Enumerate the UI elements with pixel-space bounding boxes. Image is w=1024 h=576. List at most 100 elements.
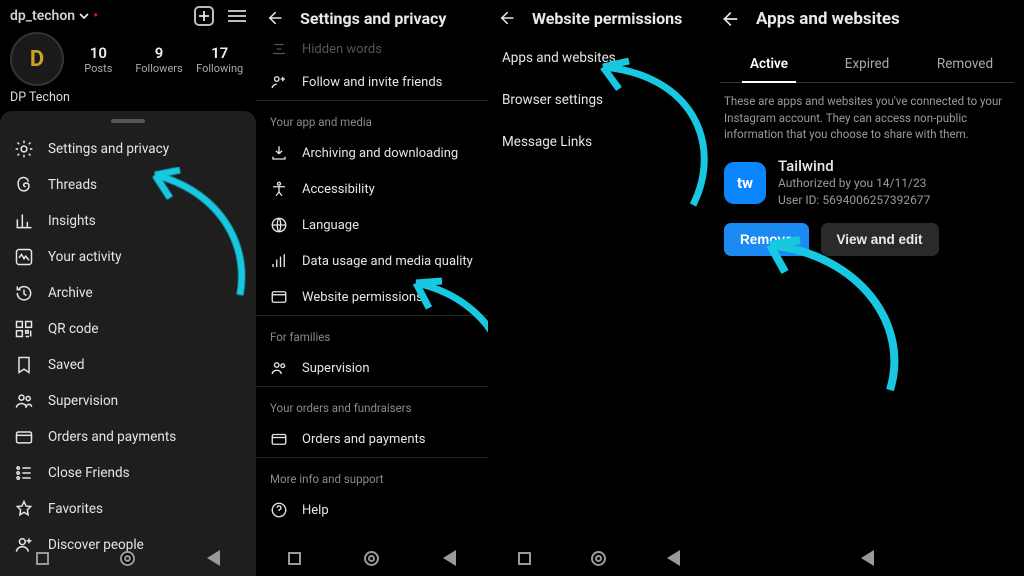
- page-title: Website permissions: [532, 9, 682, 28]
- page-title: Apps and websites: [756, 9, 900, 29]
- activity-icon: [14, 247, 34, 267]
- settings-supervision[interactable]: Supervision: [256, 350, 488, 387]
- back-arrow-icon[interactable]: [264, 8, 284, 28]
- recents-button[interactable]: [36, 552, 49, 565]
- create-button[interactable]: [194, 6, 214, 26]
- avatar[interactable]: D: [10, 32, 64, 86]
- username-label: dp_techon: [10, 8, 75, 24]
- profile-menu-sheet: Settings and privacy Threads Insights Yo…: [0, 111, 256, 576]
- list-icon: [14, 463, 34, 483]
- home-button[interactable]: [591, 551, 606, 566]
- recents-button[interactable]: [518, 552, 531, 565]
- chart-icon: [14, 211, 34, 231]
- item-label: Accessibility: [302, 182, 375, 197]
- wp-message-links[interactable]: Message Links: [488, 124, 710, 166]
- remove-button[interactable]: Remove: [724, 223, 809, 256]
- item-label: Archiving and downloading: [302, 146, 458, 161]
- menu-saved[interactable]: Saved: [0, 347, 256, 383]
- card-icon: [270, 430, 288, 448]
- menu-close-friends[interactable]: Close Friends: [0, 455, 256, 491]
- chevron-down-icon: [79, 11, 89, 21]
- plus-icon: [198, 10, 210, 22]
- recents-button[interactable]: [288, 552, 301, 565]
- connected-app-row[interactable]: tw Tailwind Authorized by you 14/11/23 U…: [710, 157, 1024, 209]
- menu-supervision[interactable]: Supervision: [0, 383, 256, 419]
- home-button[interactable]: [120, 551, 135, 566]
- menu-favorites[interactable]: Favorites: [0, 491, 256, 527]
- posts-label: Posts: [72, 62, 125, 75]
- menu-label: Insights: [48, 213, 96, 229]
- view-edit-button[interactable]: View and edit: [821, 223, 939, 256]
- settings-orders[interactable]: Orders and payments: [256, 421, 488, 458]
- menu-label: Your activity: [48, 249, 121, 265]
- tab-expired[interactable]: Expired: [818, 46, 916, 82]
- display-name: DP Techon: [0, 86, 256, 105]
- menu-label: Threads: [48, 177, 97, 193]
- system-navbar: [256, 540, 488, 576]
- tabs: Active Expired Removed: [720, 46, 1014, 83]
- username-selector[interactable]: dp_techon •: [10, 8, 98, 24]
- item-label: Orders and payments: [302, 432, 425, 447]
- settings-archiving[interactable]: Archiving and downloading: [256, 135, 488, 171]
- section-for-families: For families: [256, 316, 488, 350]
- app-userid: User ID: 5694006257392677: [778, 192, 930, 209]
- item-label: Data usage and media quality: [302, 254, 473, 269]
- section-your-app-media: Your app and media: [256, 101, 488, 135]
- back-button[interactable]: [207, 550, 220, 566]
- drag-handle-icon[interactable]: [111, 119, 145, 123]
- page-title: Settings and privacy: [300, 9, 446, 28]
- followers-count: 9: [133, 44, 186, 62]
- settings-data-usage[interactable]: Data usage and media quality: [256, 243, 488, 279]
- item-label: Help: [302, 503, 329, 518]
- menu-button[interactable]: [228, 6, 246, 26]
- item-label: Website permissions: [302, 290, 423, 305]
- menu-label: Settings and privacy: [48, 141, 169, 157]
- menu-label: QR code: [48, 321, 99, 337]
- language-icon: [270, 216, 288, 234]
- app-auth: Authorized by you 14/11/23: [778, 175, 930, 192]
- back-arrow-icon[interactable]: [718, 8, 740, 30]
- tab-removed[interactable]: Removed: [916, 46, 1014, 82]
- back-button[interactable]: [667, 550, 680, 566]
- menu-qr-code[interactable]: QR code: [0, 311, 256, 347]
- back-arrow-icon[interactable]: [496, 8, 516, 28]
- menu-label: Orders and payments: [48, 429, 176, 445]
- menu-your-activity[interactable]: Your activity: [0, 239, 256, 275]
- stat-posts[interactable]: 10 Posts: [72, 44, 125, 75]
- people-icon: [14, 391, 34, 411]
- settings-help[interactable]: Help: [256, 492, 488, 528]
- menu-archive[interactable]: Archive: [0, 275, 256, 311]
- hidden-words-label: Hidden words: [302, 42, 382, 57]
- adduser-icon: [270, 73, 288, 91]
- wp-browser-settings[interactable]: Browser settings: [488, 82, 710, 124]
- system-navbar: [488, 540, 710, 576]
- wp-apps-and-websites[interactable]: Apps and websites: [488, 40, 710, 82]
- app-name: Tailwind: [778, 157, 930, 175]
- menu-insights[interactable]: Insights: [0, 203, 256, 239]
- menu-threads[interactable]: Threads: [0, 167, 256, 203]
- download-icon: [270, 144, 288, 162]
- tab-active[interactable]: Active: [720, 46, 818, 82]
- menu-settings-and-privacy[interactable]: Settings and privacy: [0, 131, 256, 167]
- settings-follow-invite[interactable]: Follow and invite friends: [256, 64, 488, 101]
- bookmark-icon: [14, 355, 34, 375]
- section-more-info: More info and support: [256, 458, 488, 492]
- stat-following[interactable]: 17 Following: [193, 44, 246, 75]
- settings-accessibility[interactable]: Accessibility: [256, 171, 488, 207]
- threads-icon: [14, 175, 34, 195]
- settings-website-permissions[interactable]: Website permissions: [256, 279, 488, 316]
- system-navbar: [710, 540, 1024, 576]
- following-label: Following: [193, 62, 246, 75]
- clock-icon: [14, 283, 34, 303]
- stat-followers[interactable]: 9 Followers: [133, 44, 186, 75]
- menu-orders-and-payments[interactable]: Orders and payments: [0, 419, 256, 455]
- hidden-words-icon: [270, 40, 288, 58]
- back-button[interactable]: [443, 550, 456, 566]
- settings-language[interactable]: Language: [256, 207, 488, 243]
- menu-label: Favorites: [48, 501, 103, 517]
- menu-label: Archive: [48, 285, 93, 301]
- star-icon: [14, 499, 34, 519]
- home-button[interactable]: [364, 551, 379, 566]
- people-icon: [270, 359, 288, 377]
- back-button[interactable]: [861, 550, 874, 566]
